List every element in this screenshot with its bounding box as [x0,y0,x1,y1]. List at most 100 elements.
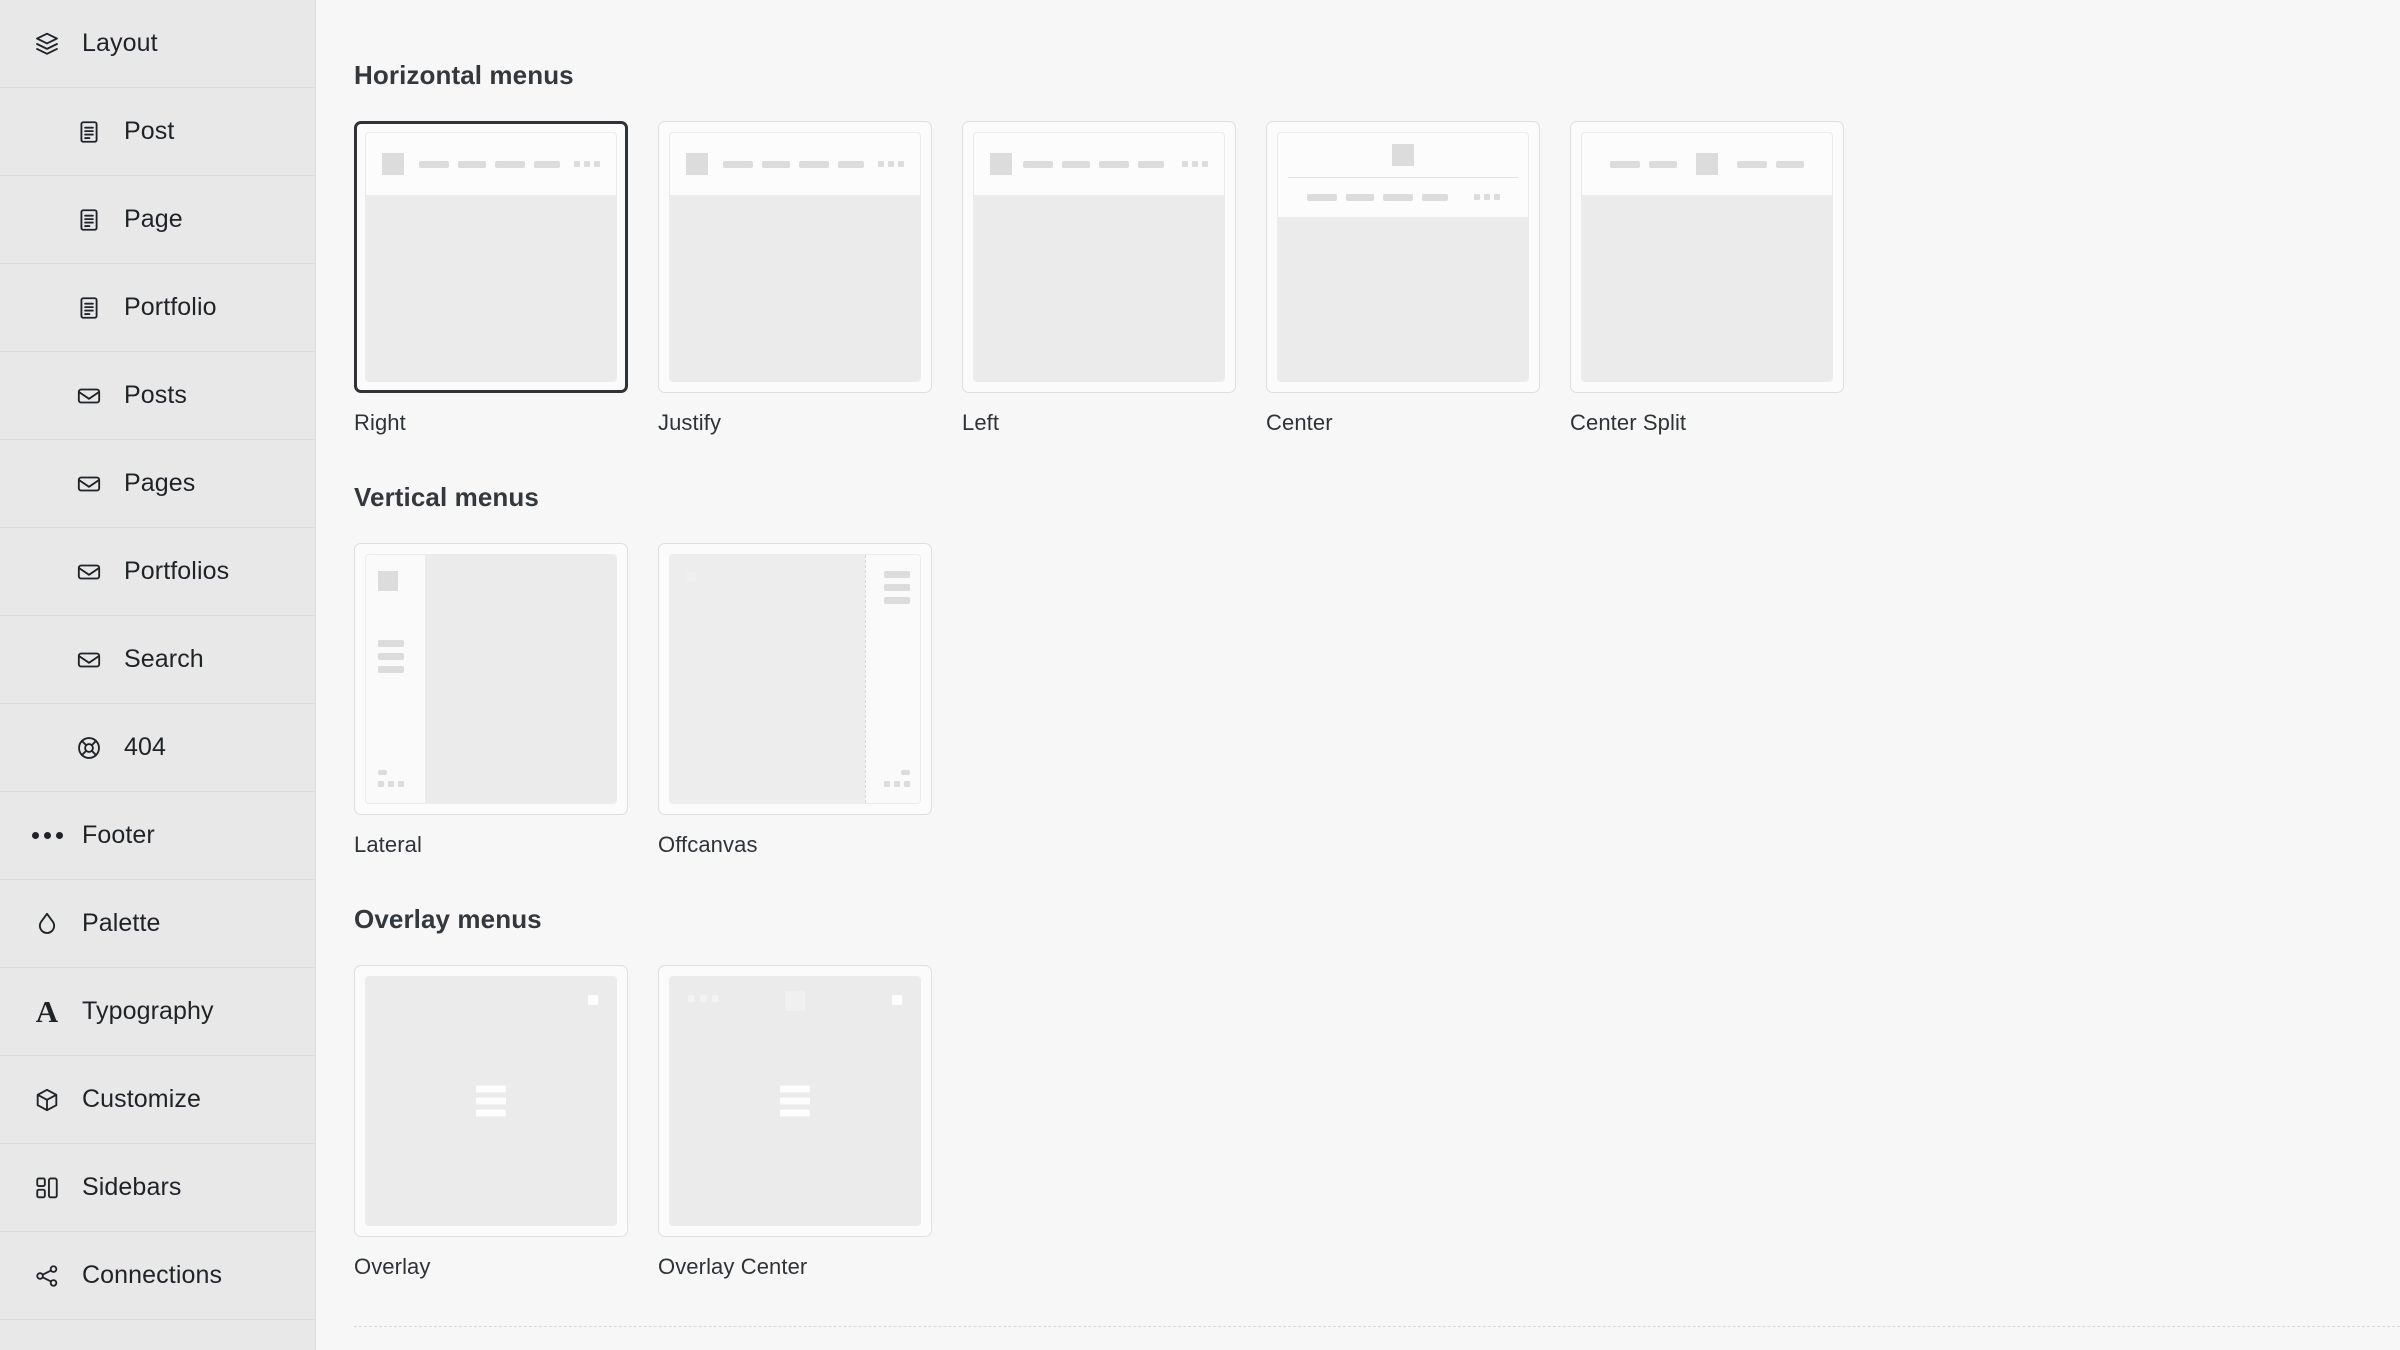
layout-option-label: Overlay Center [658,1254,808,1279]
preview-header [1278,133,1528,216]
sidebar-item-label: Portfolio [124,293,217,321]
preview-body [366,195,616,381]
sidebar-item-post[interactable]: Post [0,88,315,176]
lifebuoy-icon [72,731,106,765]
layout-preview-offcanvas[interactable] [658,543,932,815]
logo-placeholder [785,991,805,1011]
section-horizontal-menus: Horizontal menus Right Justify Left Center Ce… [354,60,2400,436]
sidebar-item-label: Typography [82,997,214,1025]
layout-option-label: Offcanvas [658,832,758,857]
layout-preview-center[interactable] [1266,121,1540,393]
layout-option-label: Left [962,410,1000,435]
sidebar-item-label: Footer [82,821,155,849]
share-icon [30,1259,64,1293]
preview-lateral [365,554,617,804]
sidebar-item-label: Pages [124,469,196,497]
preview-center-split [1581,132,1833,382]
sidebar-item-portfolios[interactable]: Portfolios [0,528,315,616]
layout-option-left[interactable]: Left [962,121,1266,436]
section-title: Overlay menus [354,904,542,934]
menu-footer [378,769,413,787]
app-root: Layout Post Page Portfolio Posts Pages Portfol… [0,0,2400,1350]
layout-preview-lateral[interactable] [354,543,628,815]
envelope-icon [72,643,106,677]
sidebar-item-label: Customize [82,1085,201,1113]
section-vertical-menus: Vertical menus Lateral Offcanvas [354,482,2400,858]
card-row: Lateral Offcanvas [354,543,2400,858]
layout-option-offcanvas[interactable]: Offcanvas [658,543,962,858]
layout-preview-right[interactable] [354,121,628,393]
layout-option-right[interactable]: Right [354,121,658,436]
sidebar-item-label: Layout [82,29,158,57]
sidebar-item-page[interactable]: Page [0,176,315,264]
layout-option-overlay-center[interactable]: Overlay Center [658,965,962,1280]
menu-item-bar [1138,160,1164,168]
layout-option-center-split[interactable]: Center Split [1570,121,1874,436]
menu-item-bar [458,160,486,168]
preview-sidebar [366,555,425,803]
logo-placeholder [687,572,696,581]
sidebar-item-palette[interactable]: Palette [0,880,315,968]
close-icon [892,995,902,1005]
envelope-icon [72,467,106,501]
section-title: Horizontal menus [354,60,574,90]
layout-preview-center-split[interactable] [1570,121,1844,393]
layout-preview-overlay-center[interactable] [658,965,932,1237]
sidebar-item-label: Page [124,205,183,233]
menu-item-bar [1776,160,1804,168]
sidebar-item-connections[interactable]: Connections [0,1232,315,1320]
menu-items [876,571,910,604]
menu-item-bar [1062,160,1090,168]
layout-option-lateral[interactable]: Lateral [354,543,658,858]
sidebar-item-label: 404 [124,733,167,761]
menu-items [419,160,560,168]
menu-items [670,1085,920,1117]
layout-preview-overlay[interactable] [354,965,628,1237]
logo-placeholder [686,153,708,175]
logo-placeholder [1696,153,1718,175]
sidebar-item-search[interactable]: Search [0,616,315,704]
sidebar-item-typography[interactable]: A Typography [0,968,315,1056]
menu-more-dots [1182,161,1208,167]
section-overlay-menus: Overlay menus Overlay Overlay Center [354,904,2400,1280]
menu-more-dots [884,781,910,787]
sidebar: Layout Post Page Portfolio Posts Pages Portfol… [0,0,316,1350]
sidebar-item-posts[interactable]: Posts [0,352,315,440]
preview-offcanvas [669,554,921,804]
sidebar-item-pages[interactable]: Pages [0,440,315,528]
layout-option-overlay[interactable]: Overlay [354,965,658,1280]
preview-body [1582,195,1832,381]
preview-overlay [365,976,617,1226]
sidebar-item-portfolio[interactable]: Portfolio [0,264,315,352]
preview-header [366,133,616,195]
sidebar-item-layout[interactable]: Layout [0,0,315,88]
sidebar-item-customize[interactable]: Customize [0,1056,315,1144]
cube-icon [30,1083,64,1117]
menu-items [1023,160,1164,168]
preview-header [1582,133,1832,195]
sidebar-item-sidebars[interactable]: Sidebars [0,1144,315,1232]
layout-option-label: Center [1266,410,1333,435]
sidebar-item-label: Sidebars [82,1173,182,1201]
preview-center [1277,132,1529,382]
menu-item-bar [1649,160,1677,168]
layout-option-label: Justify [658,410,722,435]
envelope-icon [72,379,106,413]
sidebar-item-label: Connections [82,1261,223,1289]
layers-icon [30,27,64,61]
layout-option-justify[interactable]: Justify [658,121,962,436]
close-icon [588,995,598,1005]
layout-option-label: Center Split [1570,410,1687,435]
sidebar-item-404[interactable]: 404 [0,704,315,792]
layout-preview-left[interactable] [962,121,1236,393]
preview-justify [669,132,921,382]
layout-preview-justify[interactable] [658,121,932,393]
sidebar-item-footer[interactable]: Footer [0,792,315,880]
logo-placeholder [1392,144,1414,166]
layout-option-label: Right [354,410,406,435]
panels-icon [30,1171,64,1205]
layout-option-center[interactable]: Center [1266,121,1570,436]
menu-item-bar [1737,160,1767,168]
